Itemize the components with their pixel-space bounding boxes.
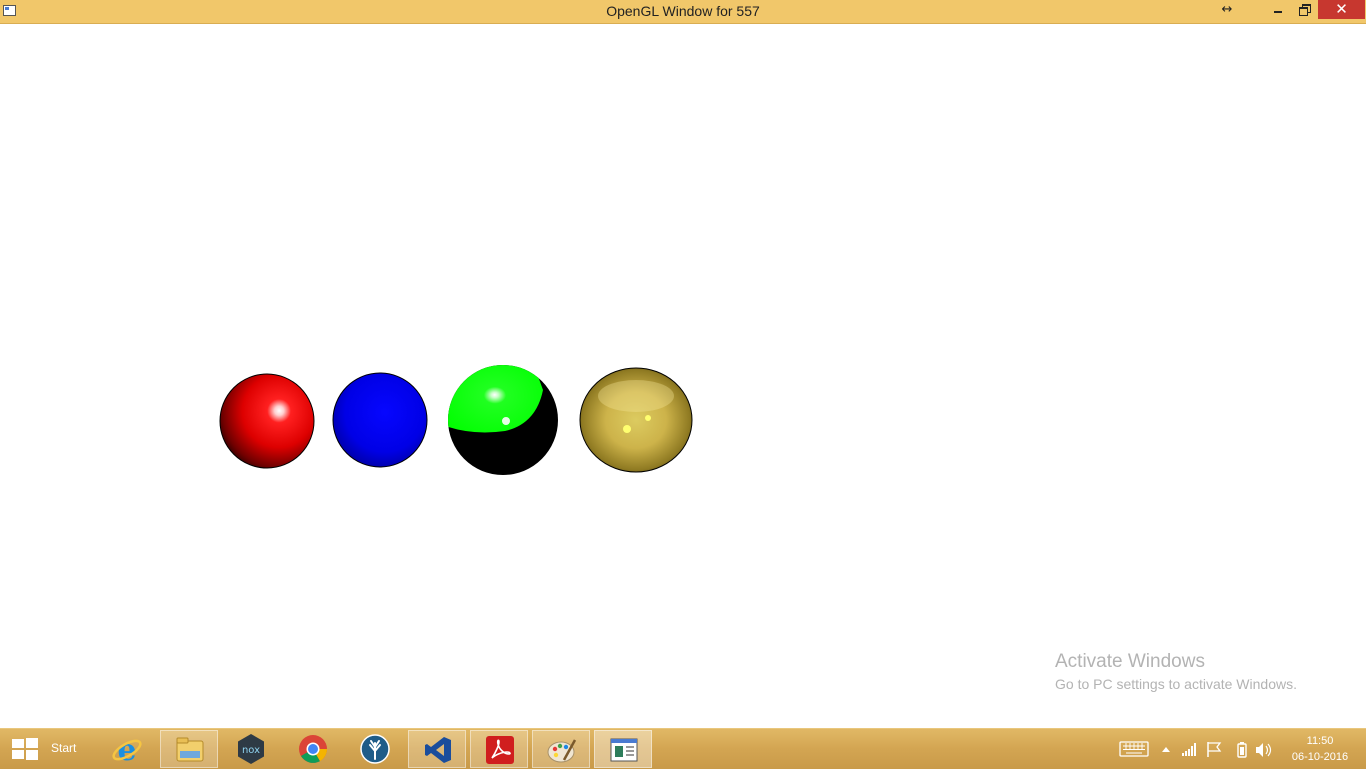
start-button[interactable]: Start [0, 729, 100, 769]
close-button[interactable]: ✕ [1318, 0, 1365, 19]
taskbar-app-chrome[interactable] [284, 730, 342, 768]
title-bar: OpenGL Window for 557 ↔ ✕ [0, 0, 1366, 24]
adobe-reader-icon [486, 736, 514, 764]
svg-text:e: e [117, 733, 136, 765]
red-sphere [219, 373, 315, 469]
svg-text:nox: nox [242, 745, 260, 756]
taskbar-app-paint[interactable] [532, 730, 590, 768]
nox-player-icon: nox [238, 734, 264, 764]
chrome-icon [299, 735, 327, 763]
window-title: OpenGL Window for 557 [606, 3, 760, 19]
green-black-sphere [448, 365, 558, 475]
opengl-canvas[interactable] [0, 24, 1366, 728]
battery-icon[interactable] [1237, 742, 1247, 758]
sphere-scene [219, 365, 693, 475]
watermark-title: Activate Windows [1055, 651, 1205, 672]
taskbar-app-visual-studio[interactable] [408, 730, 466, 768]
action-center-flag-icon[interactable] [1207, 742, 1222, 757]
clock-date: 06-10-2016 [1291, 751, 1349, 763]
internet-explorer-icon: e [112, 733, 142, 765]
taskbar-app-file-explorer[interactable] [160, 730, 218, 768]
keyboard-icon[interactable] [1119, 741, 1149, 757]
taskbar-app-internet-explorer[interactable]: e [98, 730, 156, 768]
restore-button[interactable] [1292, 0, 1316, 21]
blue-sphere [332, 372, 428, 468]
taskbar-clock[interactable]: 11:50 06-10-2016 [1284, 733, 1356, 765]
tree-app-icon [360, 734, 390, 764]
activate-windows-watermark: Activate Windows Go to PC settings to ac… [1055, 651, 1297, 692]
taskbar-app-nox[interactable]: nox [222, 730, 280, 768]
taskbar-app-opengl-window[interactable] [594, 730, 652, 768]
network-signal-icon[interactable] [1182, 743, 1196, 756]
resize-icon[interactable]: ↔ [1216, 0, 1238, 21]
paint-icon [547, 739, 577, 763]
start-label: Start [51, 741, 77, 755]
gold-sphere [579, 367, 693, 473]
watermark-subtitle: Go to PC settings to activate Windows. [1055, 676, 1297, 692]
visual-studio-icon [425, 737, 451, 763]
minimize-button[interactable] [1266, 0, 1290, 21]
show-hidden-icons-icon[interactable] [1162, 747, 1170, 752]
taskbar: Start e nox 11:50 06-10-2016 [0, 728, 1366, 769]
taskbar-app-tree[interactable] [346, 730, 404, 768]
clock-time: 11:50 [1306, 735, 1334, 747]
windows-logo-icon [12, 738, 38, 760]
file-explorer-icon [176, 737, 204, 762]
taskbar-app-adobe-reader[interactable] [470, 730, 528, 768]
opengl-window-icon [610, 738, 638, 762]
system-tray [1119, 741, 1272, 758]
volume-icon[interactable] [1256, 743, 1272, 757]
